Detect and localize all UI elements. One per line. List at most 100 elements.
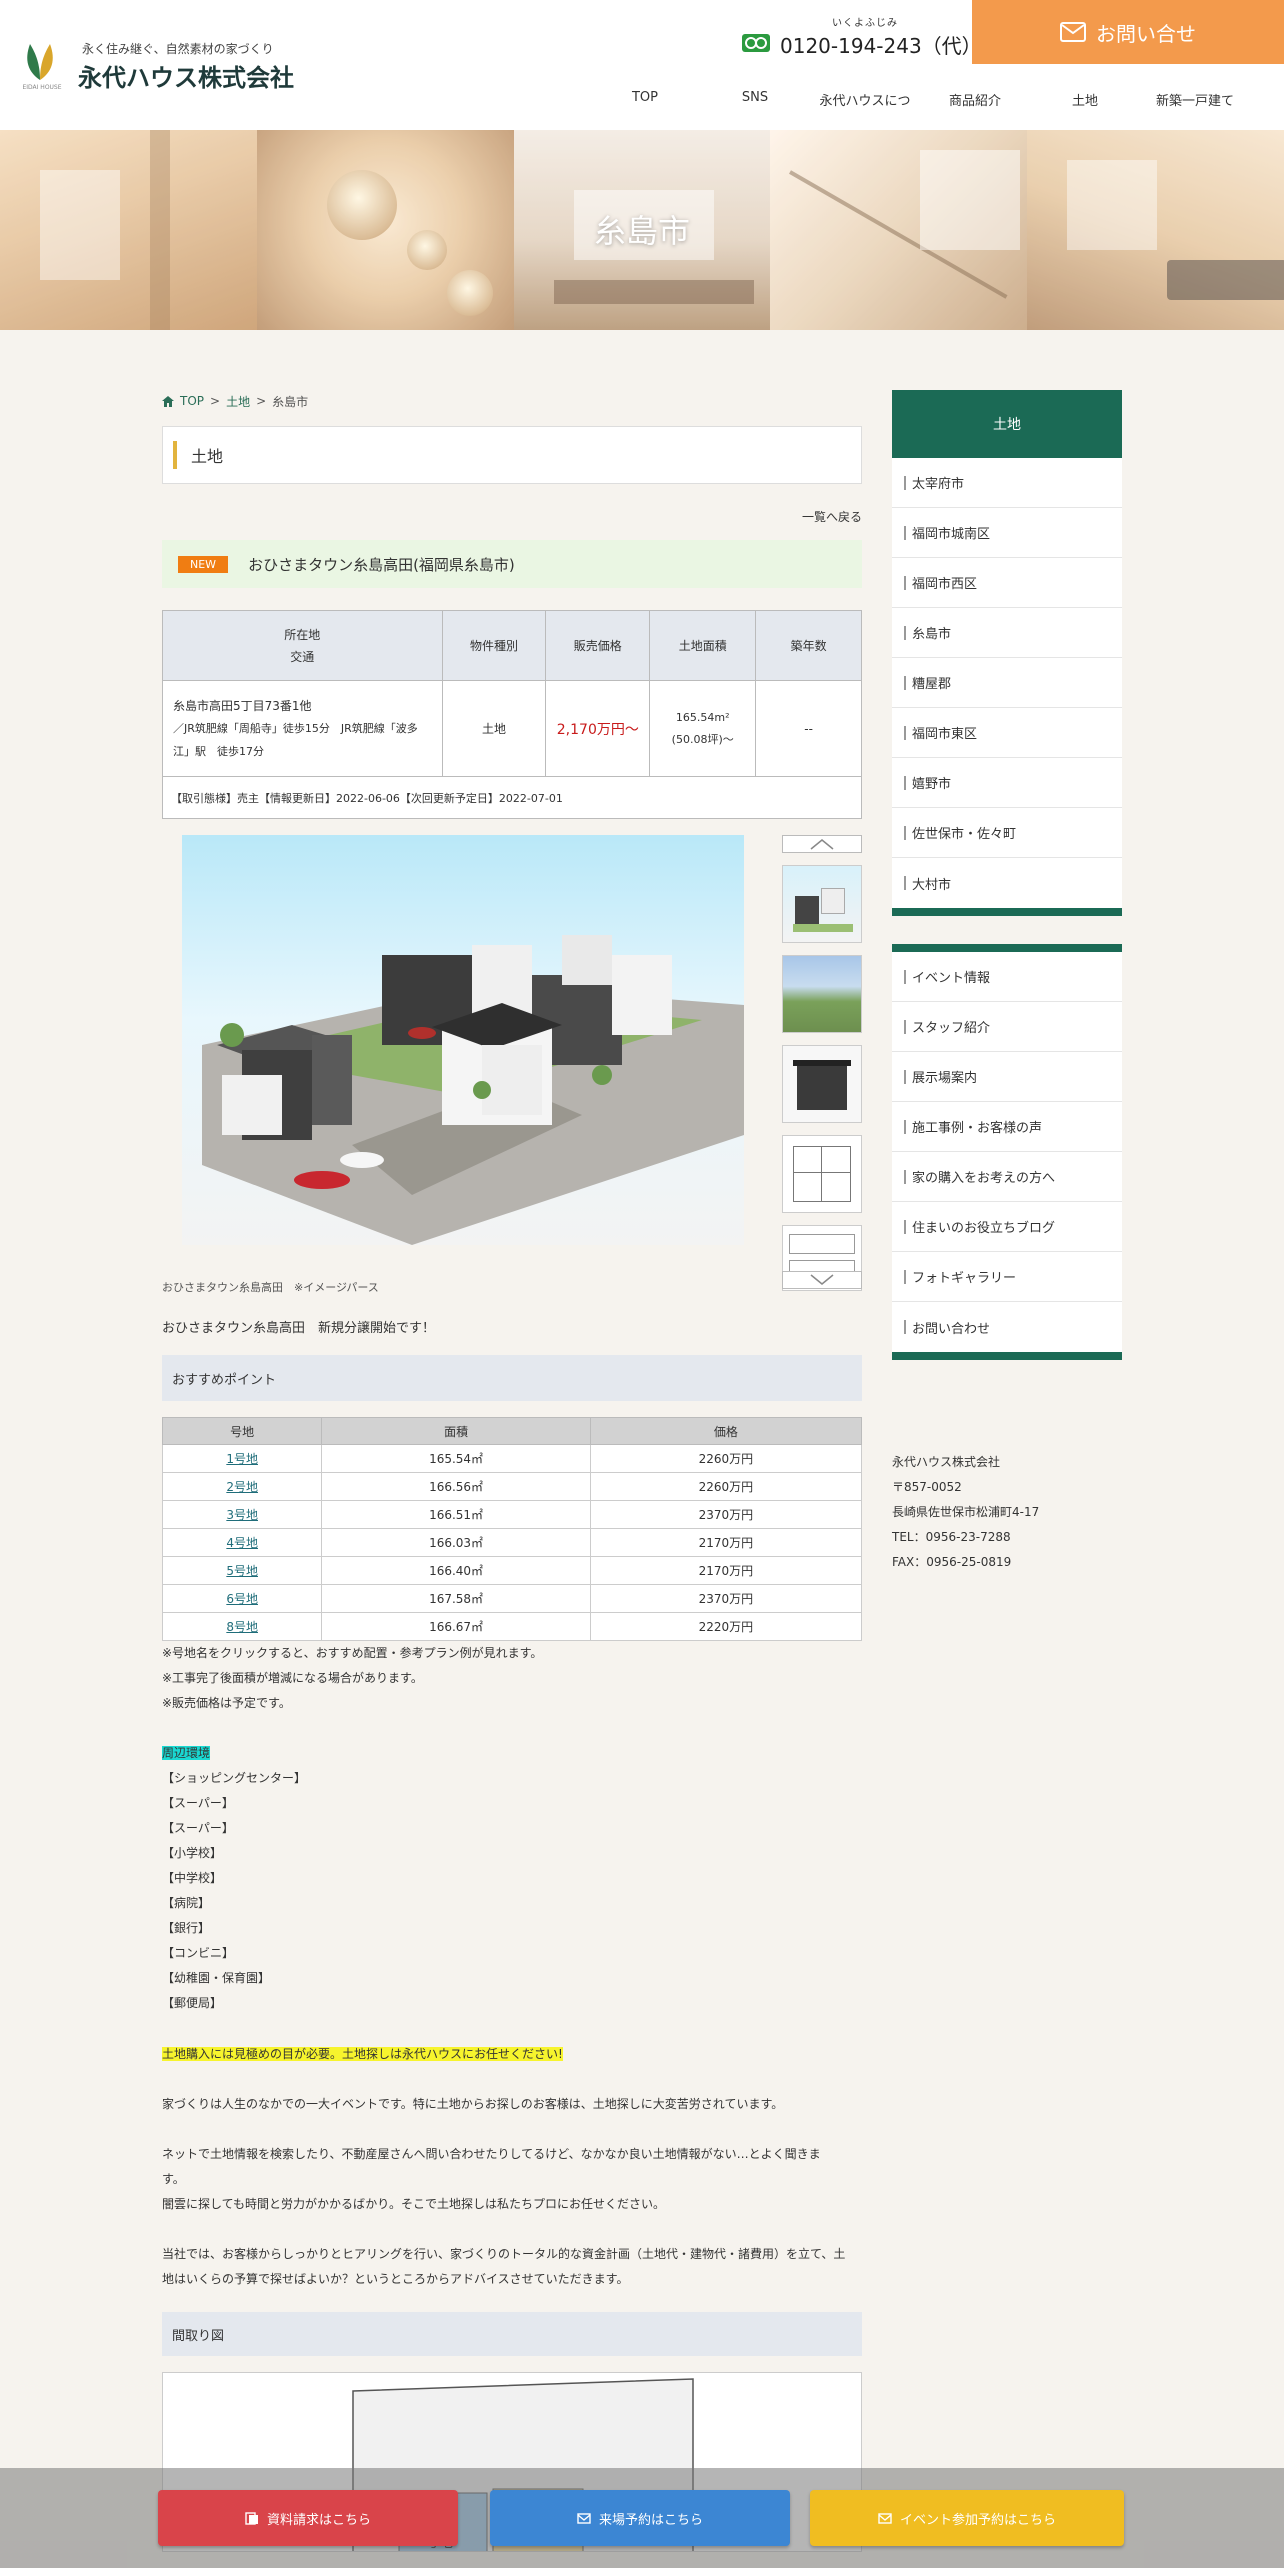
nav-products[interactable]: 商品紹介 bbox=[920, 90, 1030, 109]
list-item: 【銀行】 bbox=[162, 1921, 211, 1935]
list-item: 【ショッピングセンター】 bbox=[162, 1771, 307, 1785]
sidebar-item-blog[interactable]: 住まいのお役立ちブログ bbox=[892, 1202, 1122, 1252]
thumbnail-down-arrow[interactable] bbox=[782, 1271, 862, 1289]
breadcrumb-land[interactable]: 土地 bbox=[226, 393, 250, 410]
lot-header-area: 面積 bbox=[321, 1417, 591, 1445]
nav-new-house[interactable]: 新築一戸建て bbox=[1140, 90, 1250, 109]
site-rendering-image bbox=[202, 935, 744, 1245]
breadcrumb: TOP > 土地 > 糸島市 bbox=[162, 390, 862, 412]
breadcrumb-sep: > bbox=[256, 394, 267, 408]
leaf-logo-icon[interactable] bbox=[22, 38, 58, 82]
sidebar-item-staff[interactable]: スタッフ紹介 bbox=[892, 1002, 1122, 1052]
sidebar-item-area[interactable]: 福岡市城南区 bbox=[892, 508, 1122, 558]
sidebar-item-contact[interactable]: お問い合わせ bbox=[892, 1302, 1122, 1352]
list-item: 【郵便局】 bbox=[162, 1996, 223, 2010]
sidebar-item-showroom[interactable]: 展示場案内 bbox=[892, 1052, 1122, 1102]
sidebar-item-area[interactable]: 糟屋郡 bbox=[892, 658, 1122, 708]
lot-link[interactable]: 6号地 bbox=[226, 1592, 258, 1606]
land-search-text: 土地購入には見極めの目が必要。土地探しは永代ハウスにお任せください! 家づくりは… bbox=[162, 2047, 846, 2286]
list-item: 【コンビニ】 bbox=[162, 1946, 235, 1960]
header-type: 物件種別 bbox=[441, 610, 547, 681]
main-photo[interactable] bbox=[182, 835, 744, 1245]
global-nav: TOP SNS 永代ハウスにつ 商品紹介 土地 新築一戸建て bbox=[590, 90, 1250, 109]
category-heading: 土地 bbox=[162, 426, 862, 484]
thumbnail-rendering[interactable] bbox=[782, 865, 862, 943]
lot-header-lot: 号地 bbox=[161, 1417, 323, 1445]
lot-link[interactable]: 3号地 bbox=[226, 1508, 258, 1522]
list-item: 【小学校】 bbox=[162, 1846, 223, 1860]
property-info-table: 所在地 交通 物件種別 販売価格 土地面積 築年数 糸島市高田5丁目73番1他 ／… bbox=[162, 610, 862, 819]
nav-top[interactable]: TOP bbox=[590, 90, 700, 109]
logo-caption: EIDAI HOUSE bbox=[22, 84, 62, 91]
company-info-zip: 〒857-0052 bbox=[892, 1480, 962, 1494]
list-item: 【中学校】 bbox=[162, 1871, 223, 1885]
photo-gallery: おひさまタウン糸島高田 ※イメージパース bbox=[162, 835, 862, 1305]
area-cell: 165.54m² (50.08坪)～ bbox=[649, 680, 757, 777]
mail-icon bbox=[577, 2512, 591, 2524]
home-icon bbox=[162, 395, 174, 407]
request-brochure-button[interactable]: 資料請求はこちら bbox=[158, 2490, 458, 2546]
nearby-section: 周辺環境 【ショッピングセンター】 【スーパー】 【スーパー】 【小学校】 【中… bbox=[162, 1741, 862, 2016]
floorplan-heading: 間取り図 bbox=[162, 2312, 862, 2356]
lot-link[interactable]: 2号地 bbox=[226, 1480, 258, 1494]
sidebar-item-events[interactable]: イベント情報 bbox=[892, 952, 1122, 1002]
nearby-title: 周辺環境 bbox=[162, 1746, 211, 1760]
gallery-caption: おひさまタウン糸島高田 ※イメージパース bbox=[162, 1281, 379, 1294]
sidebar-item-area[interactable]: 糸島市 bbox=[892, 608, 1122, 658]
main-content: TOP > 土地 > 糸島市 土地 一覧へ戻る NEW おひさまタウン糸島高田(… bbox=[161, 390, 863, 2552]
thumbnail-up-arrow[interactable] bbox=[782, 835, 862, 853]
divider bbox=[892, 908, 1122, 916]
table-row: 5号地 166.40㎡ 2170万円 bbox=[161, 1556, 863, 1585]
lot-link[interactable]: 4号地 bbox=[226, 1536, 258, 1550]
header-location: 所在地 交通 bbox=[162, 610, 443, 681]
lot-link[interactable]: 1号地 bbox=[226, 1452, 258, 1466]
phone-ruby: いくよふじみ bbox=[832, 18, 898, 29]
site-menu: イベント情報 スタッフ紹介 展示場案内 施工事例・お客様の声 家の購入をお考えの… bbox=[892, 952, 1122, 1352]
back-to-list-link[interactable]: 一覧へ戻る bbox=[162, 508, 862, 524]
sidebar-item-cases[interactable]: 施工事例・お客様の声 bbox=[892, 1102, 1122, 1152]
sidebar-item-area[interactable]: 福岡市東区 bbox=[892, 708, 1122, 758]
nav-sns[interactable]: SNS bbox=[700, 90, 810, 109]
contact-button[interactable]: お問い合せ bbox=[972, 0, 1284, 64]
chevron-down-icon bbox=[810, 1274, 834, 1285]
nav-land[interactable]: 土地 bbox=[1030, 90, 1140, 109]
new-badge: NEW bbox=[178, 555, 229, 573]
sidebar-item-area[interactable]: 嬉野市 bbox=[892, 758, 1122, 808]
header-age: 築年数 bbox=[755, 610, 862, 681]
table-row: 4号地 166.03㎡ 2170万円 bbox=[161, 1528, 863, 1557]
lot-link[interactable]: 8号地 bbox=[226, 1620, 258, 1634]
event-reservation-button[interactable]: イベント参加予約はこちら bbox=[810, 2490, 1124, 2546]
company-info-tel: TEL：0956-23-7288 bbox=[892, 1530, 1011, 1544]
thumbnail-floorplan[interactable] bbox=[782, 1135, 862, 1213]
tagline: 永く住み継ぐ、自然素材の家づくり bbox=[82, 42, 274, 56]
lot-link[interactable]: 5号地 bbox=[226, 1564, 258, 1578]
table-row: 3号地 166.51㎡ 2370万円 bbox=[161, 1500, 863, 1529]
sidebar-item-gallery[interactable]: フォトギャラリー bbox=[892, 1252, 1122, 1302]
sidebar-item-area[interactable]: 太宰府市 bbox=[892, 458, 1122, 508]
sidebar-item-area[interactable]: 大村市 bbox=[892, 858, 1122, 908]
sidebar-item-buyers[interactable]: 家の購入をお考えの方へ bbox=[892, 1152, 1122, 1202]
breadcrumb-top[interactable]: TOP bbox=[180, 394, 204, 408]
visit-reservation-button[interactable]: 来場予約はこちら bbox=[490, 2490, 790, 2546]
thumbnail-strip bbox=[782, 835, 862, 1291]
lot-notes: ※号地名をクリックすると、おすすめ配置・参考プラン例が見れます。 ※工事完了後面… bbox=[162, 1646, 543, 1710]
address-cell: 糸島市高田5丁目73番1他 ／JR筑肥線「周船寺」徒歩15分 JR筑肥線「波多江… bbox=[162, 680, 443, 777]
price-cell: 2,170万円～ bbox=[545, 680, 651, 777]
company-info: 永代ハウス株式会社 〒857-0052 長崎県佐世保市松浦町4-17 TEL：0… bbox=[892, 1450, 1122, 1575]
sidebar-item-area[interactable]: 佐世保市・佐々町 bbox=[892, 808, 1122, 858]
nav-about[interactable]: 永代ハウスにつ bbox=[810, 90, 920, 109]
list-item: 【スーパー】 bbox=[162, 1821, 234, 1835]
bottom-cta-bar: 資料請求はこちら 来場予約はこちら イベント参加予約はこちら bbox=[0, 2468, 1284, 2568]
sidebar-item-area[interactable]: 福岡市西区 bbox=[892, 558, 1122, 608]
highlight-text: 土地購入には見極めの目が必要。土地探しは永代ハウスにお任せください! bbox=[162, 2047, 563, 2061]
property-title-bar: NEW おひさまタウン糸島高田(福岡県糸島市) bbox=[162, 540, 862, 588]
mail-icon bbox=[878, 2512, 892, 2524]
access: ／JR筑肥線「周船寺」徒歩15分 JR筑肥線「波多江」駅 徒歩17分 bbox=[173, 721, 418, 758]
thumbnail-landscape[interactable] bbox=[782, 955, 862, 1033]
lot-header-price: 価格 bbox=[589, 1417, 863, 1445]
age-cell: -- bbox=[755, 680, 862, 777]
company-name[interactable]: 永代ハウス株式会社 bbox=[78, 58, 294, 93]
table-row: 2号地 166.56㎡ 2260万円 bbox=[161, 1472, 863, 1501]
phone-number: 0120-194-243（代） bbox=[780, 34, 982, 58]
thumbnail-house[interactable] bbox=[782, 1045, 862, 1123]
